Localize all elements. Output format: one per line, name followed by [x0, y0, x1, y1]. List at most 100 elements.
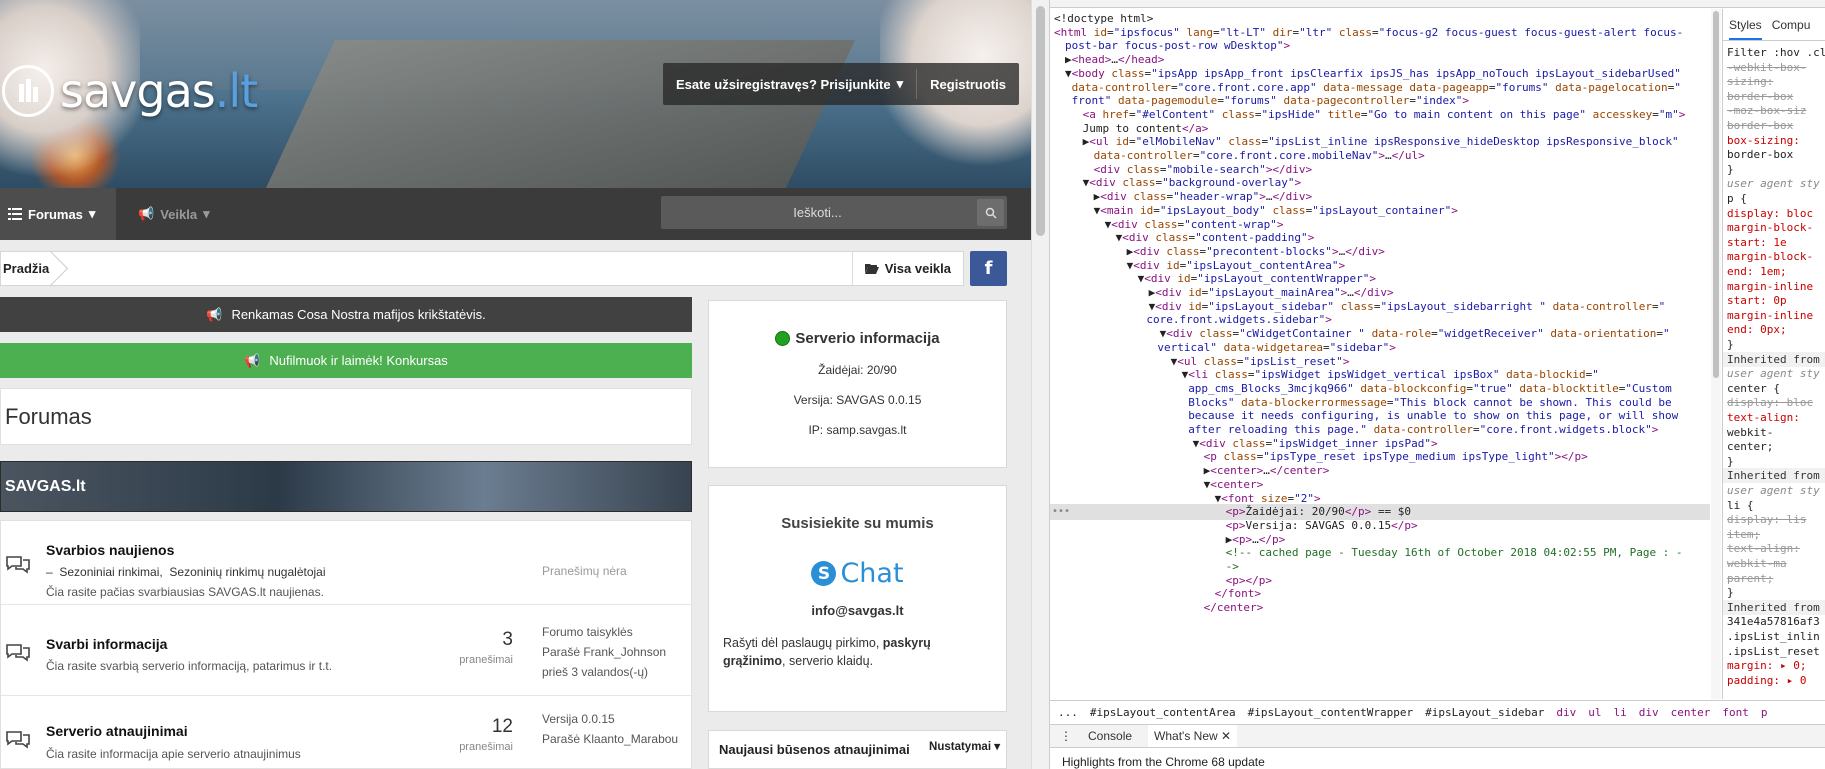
style-line[interactable]: .ipsList_inlin — [1727, 629, 1820, 644]
style-line[interactable]: webkit- — [1727, 425, 1773, 440]
last-post-author[interactable]: Parašė Klaanto_Marabou — [542, 729, 678, 749]
style-line[interactable]: display: bloc — [1727, 395, 1813, 410]
style-line[interactable]: parent; — [1727, 571, 1773, 586]
style-line[interactable]: 341e4a57816af3 — [1727, 614, 1820, 629]
server-info-widget: Serverio informacija Žaidėjai: 20/90 Ver… — [708, 300, 1007, 468]
style-line[interactable]: user agent sty — [1727, 176, 1820, 191]
tab-whats-new[interactable]: What's New ✕ — [1148, 725, 1238, 747]
announcement-bar[interactable]: 📢 Renkamas Cosa Nostra mafijos krikštatėv… — [0, 297, 692, 332]
last-post-title[interactable]: Versija 0.0.15 — [542, 709, 678, 729]
style-line[interactable]: margin-inline — [1727, 279, 1813, 294]
style-line[interactable]: user agent sty — [1727, 366, 1820, 381]
inherited-header[interactable]: Inherited from ce — [1723, 351, 1825, 367]
style-line[interactable]: li { — [1727, 498, 1754, 513]
selected-node-marker: ••• — [1052, 506, 1071, 518]
skype-chat-button[interactable]: S Chat — [709, 558, 1006, 589]
dom-breadcrumb-item[interactable]: font — [1722, 706, 1749, 719]
scrollbar-thumb[interactable] — [1036, 6, 1045, 236]
style-line[interactable]: box-sizing: — [1727, 133, 1800, 148]
last-post-author[interactable]: Parašė Frank_Johnson — [542, 642, 666, 662]
style-line[interactable]: p { — [1727, 191, 1747, 206]
dom-breadcrumb-item[interactable]: #ipsLayout_contentWrapper — [1248, 706, 1414, 719]
forum-title[interactable]: Serverio atnaujinimai — [46, 723, 188, 739]
forum-row[interactable]: Svarbi informacija Čia rasite svarbią se… — [1, 606, 691, 696]
tab-console[interactable]: Console — [1088, 729, 1132, 743]
forum-title[interactable]: Svarbi informacija — [46, 636, 167, 652]
settings-dropdown[interactable]: Nustatymai ▾ — [929, 739, 1000, 753]
style-line[interactable]: margin-block- — [1727, 220, 1813, 235]
nav-item-activity[interactable]: 📢 Veikla ▾ — [138, 188, 210, 240]
style-line[interactable]: end: 1em; — [1727, 264, 1787, 279]
dom-breadcrumb-item[interactable]: p — [1761, 706, 1768, 719]
style-line[interactable]: center { — [1727, 381, 1780, 396]
style-line[interactable]: display: bloc — [1727, 206, 1813, 221]
style-line[interactable]: Filter :hov .cl — [1727, 45, 1825, 60]
style-line[interactable]: -moz-box-siz — [1727, 103, 1806, 118]
dom-breadcrumb-item[interactable]: #ipsLayout_contentArea — [1090, 706, 1236, 719]
dom-breadcrumb-item[interactable]: div — [1639, 706, 1659, 719]
style-line[interactable]: start: 0p — [1727, 293, 1787, 308]
forum-row[interactable]: Serverio atnaujinimai Čia rasite informa… — [1, 697, 691, 769]
sign-in-dropdown[interactable]: Esate užsiregistravęs? Prisijunkite ▾ — [663, 63, 916, 105]
style-line[interactable]: padding: ▸ 0 — [1727, 673, 1806, 688]
dom-node-line[interactable]: <!-- cached page - Tuesday 16th of Octob… — [1226, 545, 1683, 561]
style-line[interactable]: webkit-ma — [1727, 556, 1787, 571]
tab-computed[interactable]: Compu — [1772, 18, 1811, 32]
style-line[interactable]: center; — [1727, 439, 1773, 454]
style-line[interactable]: user agent sty — [1727, 483, 1820, 498]
last-post-title[interactable]: Forumo taisyklės — [542, 622, 666, 642]
dom-breadcrumb-item[interactable]: li — [1614, 706, 1627, 719]
style-line[interactable]: margin-block- — [1727, 249, 1813, 264]
category-header[interactable]: SAVGAS.lt — [0, 461, 692, 512]
style-line[interactable]: border-box — [1727, 89, 1793, 104]
elements-tree[interactable]: <!doctype html> <html id="ipsfocus" lang=… — [1050, 9, 1710, 699]
style-line[interactable]: -webkit-box- — [1727, 60, 1806, 75]
page-scrollbar[interactable] — [1031, 0, 1049, 769]
inherited-header[interactable]: Inherited from ul — [1723, 599, 1825, 615]
dom-breadcrumb-item[interactable]: center — [1671, 706, 1711, 719]
style-line[interactable]: text-align: — [1727, 541, 1800, 556]
style-line[interactable]: border-box — [1727, 118, 1793, 133]
forum-title[interactable]: Svarbios naujienos — [46, 542, 174, 558]
forum-row[interactable]: Svarbios naujienos – Sezoniniai rinkimai… — [1, 521, 691, 605]
style-line[interactable]: margin-inline — [1727, 308, 1813, 323]
dom-breadcrumb-item[interactable]: ul — [1588, 706, 1601, 719]
site-logo[interactable]: savgas.lt — [2, 64, 258, 118]
announcement-bar[interactable]: 📢 Nufilmuok ir laimėk! Konkursas — [0, 343, 692, 378]
dom-breadcrumb-item[interactable]: div — [1556, 706, 1576, 719]
style-line[interactable]: .ipsList_reset — [1727, 644, 1820, 659]
style-line[interactable]: } — [1727, 585, 1734, 600]
elements-scrollbar[interactable] — [1711, 9, 1721, 699]
subforum-link[interactable]: Sezoniniai rinkimai, — [59, 565, 162, 579]
style-line[interactable]: } — [1727, 454, 1734, 469]
folder-open-icon — [864, 264, 879, 274]
scrollbar-thumb[interactable] — [1713, 11, 1719, 378]
dom-breadcrumb-item[interactable]: ... — [1058, 706, 1078, 719]
style-line[interactable]: end: 0px; — [1727, 322, 1787, 337]
nav-item-forums[interactable]: Forumas ▾ — [0, 188, 116, 240]
breadcrumb-home[interactable]: Pradžia — [1, 252, 69, 285]
dom-node-line[interactable]: </center> — [1204, 600, 1264, 616]
style-line[interactable]: start: 1e — [1727, 235, 1787, 250]
style-line[interactable]: sizing: — [1727, 74, 1773, 89]
style-line[interactable]: item; — [1727, 527, 1760, 542]
style-line[interactable]: text-align: — [1727, 410, 1800, 425]
dom-breadcrumb-item[interactable]: #ipsLayout_sidebar — [1425, 706, 1544, 719]
search-button[interactable] — [977, 199, 1004, 226]
subforum-link[interactable]: Sezoninių rinkimų nugalėtojai — [169, 565, 325, 579]
search-input[interactable]: Ieškoti... — [661, 196, 974, 229]
tab-styles[interactable]: Styles — [1729, 18, 1762, 40]
style-line[interactable]: border-box — [1727, 147, 1793, 162]
announcement-text: Renkamas Cosa Nostra mafijos krikštatėvi… — [231, 307, 486, 322]
close-icon[interactable]: ✕ — [1221, 729, 1231, 743]
inherited-header[interactable]: Inherited from li — [1723, 468, 1825, 484]
style-line[interactable]: margin: ▸ 0; — [1727, 658, 1806, 673]
style-line[interactable]: } — [1727, 162, 1734, 177]
style-line[interactable]: } — [1727, 337, 1734, 352]
all-activity-button[interactable]: Visa veikla — [851, 252, 963, 285]
menu-icon[interactable]: ⋮ — [1060, 729, 1072, 743]
style-line[interactable]: display: lis — [1727, 512, 1806, 527]
register-button[interactable]: Registruotis — [917, 63, 1019, 105]
facebook-button[interactable]: f — [970, 251, 1007, 286]
user-bar: Esate užsiregistravęs? Prisijunkite ▾ Reg… — [663, 63, 1019, 105]
